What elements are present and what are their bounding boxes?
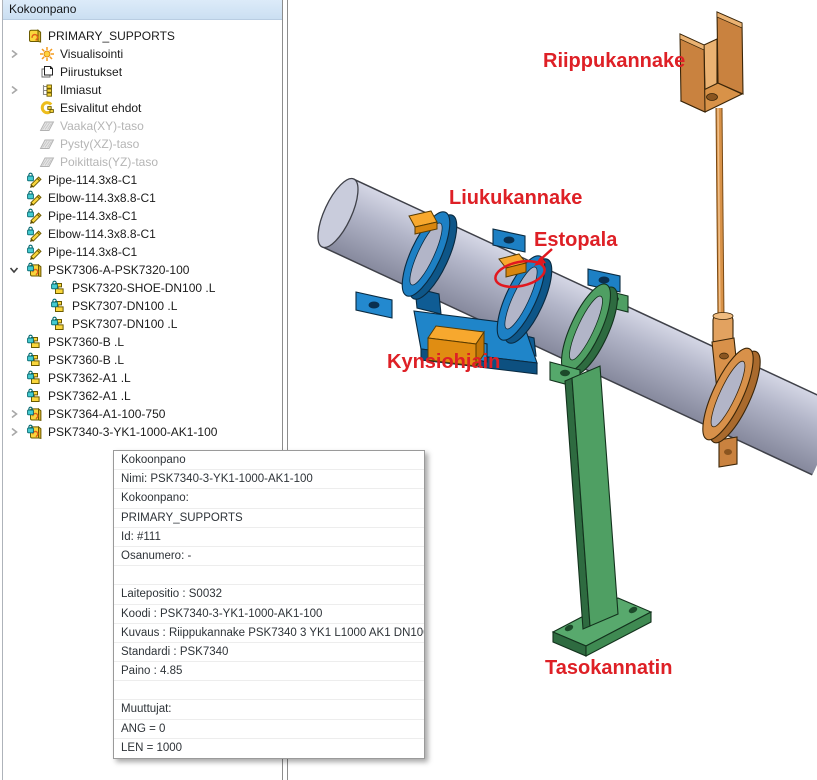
tree-item-psk7360-b-l[interactable]: PSK7360-B .L (3, 351, 282, 369)
sheets-icon (39, 64, 56, 80)
tooltip-row: Kuvaus : Riippukannake PSK7340 3 YK1 L10… (114, 624, 424, 643)
tooltip-row (114, 681, 424, 700)
tree-item-label: PSK7364-A1-100-750 (48, 405, 165, 423)
part-lock-icon (27, 388, 44, 404)
tree-item-label: Ilmiasut (60, 81, 101, 99)
tooltip-row: Osanumero: - (114, 547, 424, 566)
tooltip-row: ANG = 0 (114, 720, 424, 739)
tooltip-row: Paino : 4.85 (114, 662, 424, 681)
pencil-lock-icon (27, 208, 44, 224)
tree-item-psk7340-3-yk1-1000-ak1-100[interactable]: PSK7340-3-YK1-1000-AK1-100 (3, 423, 282, 441)
tree-item-elbow-114-3x8-8-c1[interactable]: Elbow-114.3x8.8-C1 (3, 225, 282, 243)
part-lock-icon (27, 352, 44, 368)
tree-item-label: Pipe-114.3x8-C1 (48, 243, 137, 261)
plane-icon (39, 118, 56, 134)
assembly-lock-icon (27, 424, 44, 440)
pencil-lock-icon (27, 244, 44, 260)
hierarchy-icon (39, 82, 56, 98)
tree-item-psk7306-a-psk7320-100[interactable]: PSK7306-A-PSK7320-100 (3, 261, 282, 279)
tree-item-label: Poikittais(YZ)-taso (60, 153, 158, 171)
tree-item-psk7362-a1-l[interactable]: PSK7362-A1 .L (3, 369, 282, 387)
pencil-lock-icon (27, 172, 44, 188)
tree-item-label: PRIMARY_SUPPORTS (48, 27, 175, 45)
tree-item-piirustukset[interactable]: Piirustukset (3, 63, 282, 81)
tree-item-label: Pysty(XZ)-taso (60, 135, 139, 153)
tree-item-label: Pipe-114.3x8-C1 (48, 171, 137, 189)
tree-item-esivalitut-ehdot[interactable]: Esivalitut ehdot (3, 99, 282, 117)
part-lock-icon (51, 298, 68, 314)
assembly-lock-icon (27, 406, 44, 422)
tooltip-row: Nimi: PSK7340-3-YK1-1000-AK1-100 (114, 470, 424, 489)
annotation-estopala: Estopala (534, 229, 617, 252)
tree-item-label: PSK7320-SHOE-DN100 .L (72, 279, 215, 297)
tooltip-row: Kokoonpano (114, 451, 424, 470)
assembly-info-tooltip: KokoonpanoNimi: PSK7340-3-YK1-1000-AK1-1… (113, 450, 425, 759)
tree-item-poikittais-yz-taso[interactable]: Poikittais(YZ)-taso (3, 153, 282, 171)
tooltip-row: LEN = 1000 (114, 739, 424, 758)
tree-item-label: PSK7307-DN100 .L (72, 315, 177, 333)
tree-item-psk7307-dn100-l[interactable]: PSK7307-DN100 .L (3, 315, 282, 333)
chevron-closed-icon[interactable] (7, 47, 21, 61)
plane-icon (39, 136, 56, 152)
tooltip-row (114, 566, 424, 585)
part-lock-icon (51, 280, 68, 296)
panel-title: Kokoonpano (9, 2, 76, 16)
sun-icon (39, 46, 56, 62)
tree-item-pipe-114-3x8-c1[interactable]: Pipe-114.3x8-C1 (3, 207, 282, 225)
tree-item-label: Pipe-114.3x8-C1 (48, 207, 137, 225)
tree-item-visualisointi[interactable]: Visualisointi (3, 45, 282, 63)
assembly-lock-icon (27, 262, 44, 278)
tooltip-row: Koodi : PSK7340-3-YK1-1000-AK1-100 (114, 605, 424, 624)
tree-item-ilmiasut[interactable]: Ilmiasut (3, 81, 282, 99)
tree-item-label: PSK7307-DN100 .L (72, 297, 177, 315)
tree-item-label: PSK7360-B .L (48, 351, 124, 369)
tree-item-psk7307-dn100-l[interactable]: PSK7307-DN100 .L (3, 297, 282, 315)
tooltip-row: Kokoonpano: (114, 489, 424, 508)
tree-item-psk7364-a1-100-750[interactable]: PSK7364-A1-100-750 (3, 405, 282, 423)
panel-header[interactable]: Kokoonpano (3, 0, 282, 20)
tree-item-elbow-114-3x8-8-c1[interactable]: Elbow-114.3x8.8-C1 (3, 189, 282, 207)
annotation-riippukannake: Riippukannake (543, 50, 685, 73)
tree-item-pysty-xz-taso[interactable]: Pysty(XZ)-taso (3, 135, 282, 153)
plane-icon (39, 154, 56, 170)
tree-item-pipe-114-3x8-c1[interactable]: Pipe-114.3x8-C1 (3, 243, 282, 261)
chevron-closed-icon[interactable] (7, 407, 21, 421)
tree-item-label: PSK7362-A1 .L (48, 369, 131, 387)
conditions-icon (39, 100, 56, 116)
assembly-icon (27, 28, 44, 44)
pencil-lock-icon (27, 190, 44, 206)
tree-item-label: Elbow-114.3x8.8-C1 (48, 225, 156, 243)
tooltip-row: Standardi : PSK7340 (114, 643, 424, 662)
part-lock-icon (27, 370, 44, 386)
assembly-tree: PRIMARY_SUPPORTSVisualisointiPiirustukse… (3, 20, 282, 441)
part-lock-icon (27, 334, 44, 350)
annotation-kynsiohjain: Kynsiohjain (387, 351, 500, 374)
annotation-tasokannatin: Tasokannatin (545, 657, 672, 680)
tree-item-label: Esivalitut ehdot (60, 99, 141, 117)
tree-item-label: Vaaka(XY)-taso (60, 117, 144, 135)
tooltip-row: Laitepositio : S0032 (114, 585, 424, 604)
tree-item-psk7360-b-l[interactable]: PSK7360-B .L (3, 333, 282, 351)
tree-item-label: Elbow-114.3x8.8-C1 (48, 189, 156, 207)
tree-item-psk7362-a1-l[interactable]: PSK7362-A1 .L (3, 387, 282, 405)
tree-item-primary-supports[interactable]: PRIMARY_SUPPORTS (3, 27, 282, 45)
chevron-open-icon[interactable] (7, 263, 21, 277)
part-lock-icon (51, 316, 68, 332)
annotation-liukukannake: Liukukannake (449, 187, 582, 210)
tooltip-row: PRIMARY_SUPPORTS (114, 509, 424, 528)
chevron-closed-icon[interactable] (7, 425, 21, 439)
tree-item-label: Visualisointi (60, 45, 123, 63)
tooltip-row: Id: #111 (114, 528, 424, 547)
chevron-closed-icon[interactable] (7, 83, 21, 97)
tree-item-pipe-114-3x8-c1[interactable]: Pipe-114.3x8-C1 (3, 171, 282, 189)
tree-item-label: PSK7340-3-YK1-1000-AK1-100 (48, 423, 217, 441)
pencil-lock-icon (27, 226, 44, 242)
tree-item-label: Piirustukset (60, 63, 122, 81)
tree-item-psk7320-shoe-dn100-l[interactable]: PSK7320-SHOE-DN100 .L (3, 279, 282, 297)
tree-item-label: PSK7360-B .L (48, 333, 124, 351)
tree-item-label: PSK7362-A1 .L (48, 387, 131, 405)
tooltip-row: Muuttujat: (114, 700, 424, 719)
tree-item-vaaka-xy-taso[interactable]: Vaaka(XY)-taso (3, 117, 282, 135)
tree-item-label: PSK7306-A-PSK7320-100 (48, 261, 189, 279)
